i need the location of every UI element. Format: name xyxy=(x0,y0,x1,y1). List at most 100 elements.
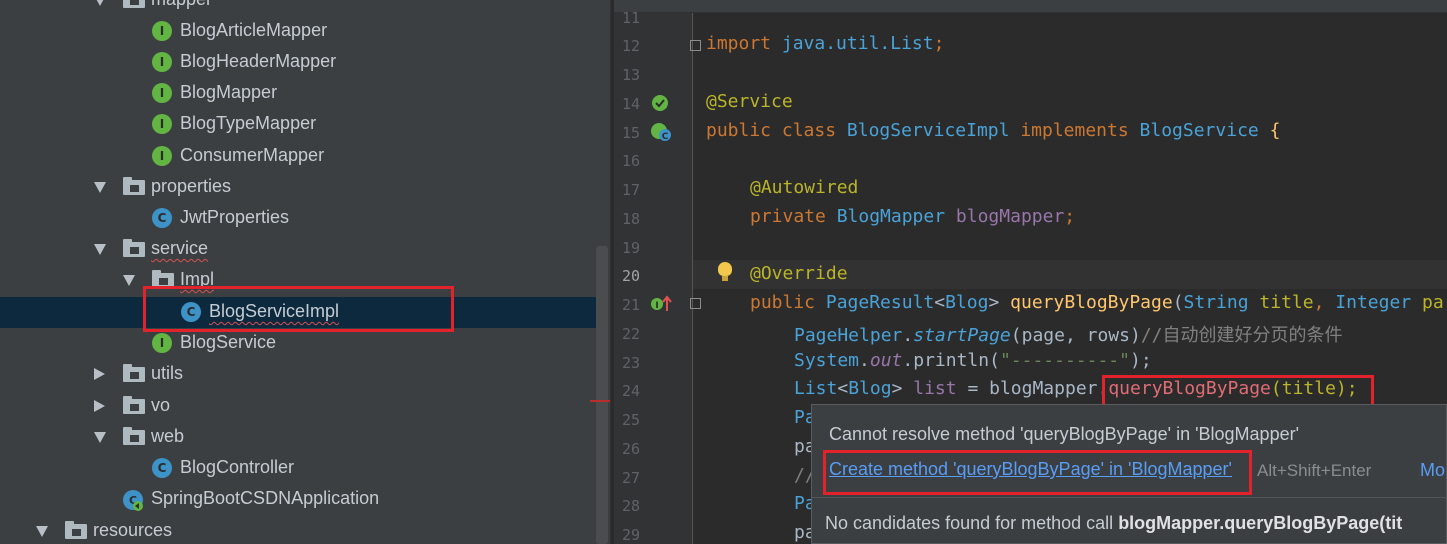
line-number: 26 xyxy=(621,440,640,458)
code-line-23: System.out.println("----------"); xyxy=(794,350,1152,371)
editor-tab-bar xyxy=(614,0,1447,13)
tree-item-label: properties xyxy=(151,176,232,196)
line-number-current: 20 xyxy=(621,267,640,285)
code-line-21: public PageResult<Blog> queryBlogByPage(… xyxy=(750,292,1444,313)
tree-item-label: JwtProperties xyxy=(180,207,290,227)
line-number: 29 xyxy=(621,526,640,544)
chevron-down-icon[interactable] xyxy=(123,275,135,286)
interface-icon: I xyxy=(152,21,172,41)
class-icon: C xyxy=(152,458,172,478)
tree-item-label: BlogArticleMapper xyxy=(180,20,328,40)
code-line-17: @Autowired xyxy=(750,177,859,198)
folder-icon xyxy=(123,396,145,414)
tree-item-blogservice[interactable]: I BlogService xyxy=(0,328,596,359)
class-icon: C xyxy=(152,208,172,228)
tree-item-label: BlogHeaderMapper xyxy=(180,51,337,71)
code-line-22: PageHelper.startPage(page, rows)//自动创建好分… xyxy=(794,325,1343,346)
spring-bean-class-icon[interactable]: C xyxy=(650,122,672,142)
chevron-down-icon[interactable] xyxy=(94,182,106,193)
shortcut-hint: Alt+Shift+Enter xyxy=(1257,461,1372,480)
tree-item-label: SpringBootCSDNApplication xyxy=(151,488,380,508)
folder-icon xyxy=(123,427,145,445)
code-line-12: import java.util.List; xyxy=(706,33,945,54)
tree-item-label: mapper xyxy=(151,0,212,10)
spring-app-icon: C xyxy=(123,490,143,511)
popup-separator xyxy=(812,497,1447,498)
tree-item-label: BlogMapper xyxy=(180,82,278,102)
chevron-down-icon[interactable] xyxy=(94,0,106,6)
line-number: 24 xyxy=(621,382,640,400)
tree-item-label: utils xyxy=(151,363,184,383)
tree-item-blogtypemapper[interactable]: I BlogTypeMapper xyxy=(0,109,596,140)
folder-icon xyxy=(123,239,145,257)
line-number: 23 xyxy=(621,354,640,372)
code-line-15: public class BlogServiceImpl implements … xyxy=(706,120,1281,141)
chevron-down-icon[interactable] xyxy=(36,526,48,537)
tree-folder-resources[interactable]: resources xyxy=(0,516,596,544)
line-number: 27 xyxy=(621,469,640,487)
tree-item-label: BlogService xyxy=(180,332,277,352)
tree-item-consumermapper[interactable]: I ConsumerMapper xyxy=(0,141,596,172)
interface-icon: I xyxy=(152,146,172,166)
chevron-down-icon[interactable] xyxy=(94,432,106,443)
tree-folder-web[interactable]: web xyxy=(0,422,596,453)
tree-item-blogcontroller[interactable]: C BlogController xyxy=(0,453,596,484)
quick-fix-popup: Cannot resolve method 'queryBlogByPage' … xyxy=(811,404,1447,544)
project-tree-panel: mapper I BlogArticleMapper I BlogHeaderM… xyxy=(0,0,610,544)
tree-item-label: BlogTypeMapper xyxy=(180,113,317,133)
more-actions-link[interactable]: Mo xyxy=(1420,460,1445,481)
tree-folder-properties[interactable]: properties xyxy=(0,172,596,203)
line-number: 15 xyxy=(621,124,640,142)
tree-item-label: vo xyxy=(151,395,171,415)
folder-icon xyxy=(123,177,145,195)
fold-icon[interactable] xyxy=(690,298,701,309)
chevron-down-icon[interactable] xyxy=(94,244,106,255)
line-number: 13 xyxy=(621,66,640,84)
folder-icon xyxy=(123,0,145,8)
tree-item-blogarticlemapper[interactable]: I BlogArticleMapper xyxy=(0,16,596,47)
line-number: 16 xyxy=(621,152,640,170)
tree-item-label: web xyxy=(151,426,185,446)
interface-icon: I xyxy=(152,333,172,353)
line-number: 18 xyxy=(621,210,640,228)
tree-folder-service[interactable]: service xyxy=(0,234,596,265)
tree-item-label: BlogController xyxy=(180,457,295,477)
folder-icon xyxy=(123,364,145,382)
line-number: 11 xyxy=(621,9,640,27)
tree-item-blogheadermapper[interactable]: I BlogHeaderMapper xyxy=(0,47,596,78)
interface-icon: I xyxy=(152,83,172,103)
code-editor[interactable]: 11 12 13 14 15 16 17 18 19 20 21 22 23 2… xyxy=(614,0,1447,544)
code-line-20: @Override xyxy=(750,263,848,284)
line-number: 19 xyxy=(621,239,640,257)
tree-item-jwtproperties[interactable]: C JwtProperties xyxy=(0,203,596,234)
tree-item-springbootcsdnapplication[interactable]: C SpringBootCSDNApplication xyxy=(0,484,596,515)
tree-item-label: service xyxy=(151,238,209,258)
line-number: 22 xyxy=(621,325,640,343)
line-number: 14 xyxy=(621,95,640,113)
line-number: 25 xyxy=(621,411,640,429)
line-number: 21 xyxy=(621,296,640,314)
resources-folder-icon xyxy=(65,521,87,539)
tree-scrollbar[interactable] xyxy=(596,246,608,544)
popup-footer: No candidates found for method call blog… xyxy=(825,513,1403,533)
tree-item-label: resources xyxy=(93,520,173,540)
annotation-highlight-box xyxy=(823,450,1252,495)
tree-item-blogmapper[interactable]: I BlogMapper xyxy=(0,78,596,109)
tree-folder-mapper[interactable]: mapper xyxy=(0,0,596,16)
tree-folder-vo[interactable]: vo xyxy=(0,391,596,422)
error-stripe-mark xyxy=(590,400,610,402)
line-number: 17 xyxy=(621,181,640,199)
interface-icon: I xyxy=(152,52,172,72)
chevron-right-icon[interactable] xyxy=(94,400,105,412)
fold-icon[interactable] xyxy=(690,40,701,51)
annotation-highlight-box xyxy=(143,286,454,332)
error-message: Cannot resolve method 'queryBlogByPage' … xyxy=(829,424,1300,444)
tree-folder-utils[interactable]: utils xyxy=(0,359,596,390)
bean-icon[interactable] xyxy=(650,93,670,113)
svg-text:I: I xyxy=(655,301,658,311)
chevron-right-icon[interactable] xyxy=(94,368,105,380)
line-number: 28 xyxy=(621,497,640,515)
implements-method-icon[interactable]: I xyxy=(650,294,672,314)
lightbulb-icon[interactable] xyxy=(718,262,732,281)
interface-icon: I xyxy=(152,114,172,134)
